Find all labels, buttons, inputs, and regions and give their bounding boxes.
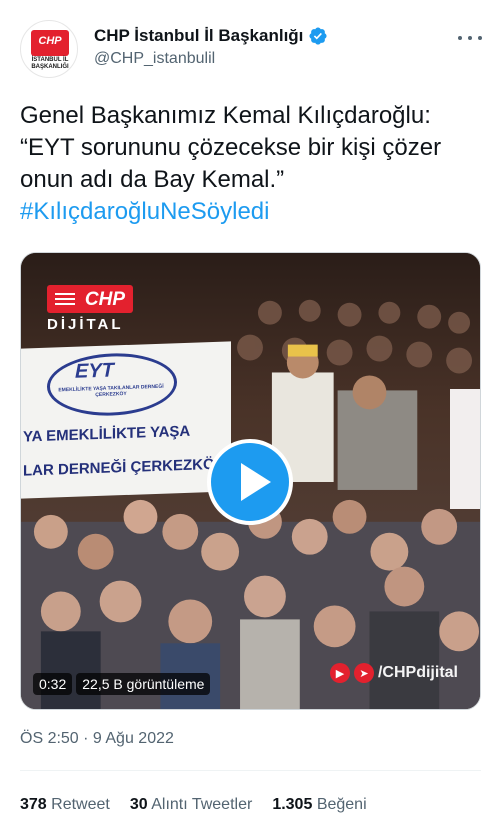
- more-dot: [478, 36, 482, 40]
- video-player[interactable]: CHP DİJİTAL EYT EMEKLİLİKTE YAŞA TAKILAN…: [20, 252, 481, 710]
- avatar-logo-text: CHP: [38, 35, 62, 47]
- avatar-subtext: İSTANBUL İL BAŞKANLIĞI: [31, 57, 69, 70]
- chp-arrows-icon: [55, 293, 75, 305]
- author-avatar[interactable]: CHP İSTANBUL İL BAŞKANLIĞI: [20, 20, 78, 78]
- quotes-count: 30: [129, 796, 148, 813]
- verified-badge-icon[interactable]: [308, 26, 328, 46]
- dijital-text: DİJİTAL: [47, 316, 124, 333]
- right-banner: [450, 389, 480, 509]
- tweet-stats: 378 Retweet 30 Alıntı Tweetler 1.305 Beğ…: [20, 796, 367, 814]
- play-icon: [241, 463, 271, 501]
- video-watermark: ▶ ➤ /CHPdijital: [329, 663, 458, 683]
- tweet: CHP İSTANBUL İL BAŞKANLIĞI CHP İstanbul …: [0, 0, 500, 823]
- author-handle[interactable]: @CHP_istanbulil: [94, 50, 215, 68]
- more-dot: [468, 36, 472, 40]
- video-views: 22,5 B görüntüleme: [76, 673, 211, 695]
- banner-text-line2: LAR DERNEĞİ ÇERKEZKÖY: [23, 455, 225, 480]
- likes-label: Beğeni: [316, 796, 367, 813]
- retweets-label: Retweet: [51, 796, 110, 813]
- telegram-icon: ➤: [353, 663, 374, 683]
- more-dot: [458, 36, 462, 40]
- author-display-name[interactable]: CHP İstanbul İl Başkanlığı: [94, 26, 303, 46]
- video-meta: 0:32 22,5 B görüntüleme: [33, 673, 211, 695]
- likes-count: 1.305: [272, 796, 313, 813]
- likes-stat[interactable]: 1.305 Beğeni: [272, 796, 366, 814]
- protest-banner: EYT EMEKLİLİKTE YAŞA TAKILANLAR DERNEĞİ …: [21, 341, 231, 499]
- chp-dijital-logo: CHP DİJİTAL: [47, 285, 133, 333]
- hashtag-link[interactable]: #KılıçdaroğluNeSöyledi: [20, 198, 269, 225]
- chp-logo-icon: CHP: [31, 30, 69, 56]
- video-duration: 0:32: [33, 673, 73, 695]
- retweets-stat[interactable]: 378 Retweet: [20, 796, 110, 814]
- author-name-row: CHP İstanbul İl Başkanlığı: [94, 26, 328, 46]
- chp-logo-text: CHP: [84, 289, 125, 310]
- retweets-count: 378: [20, 796, 47, 813]
- tweet-timestamp[interactable]: ÖS 2:50 · 9 Ağu 2022: [20, 730, 174, 748]
- banner-text-line1: YA EMEKLİLİKTE YAŞA: [23, 422, 191, 446]
- banner-logo-text: EYT: [75, 359, 114, 383]
- divider: [20, 770, 481, 771]
- chp-logo-box: CHP: [47, 285, 133, 313]
- watermark-text: /CHPdijital: [377, 664, 458, 681]
- more-options-icon[interactable]: [458, 28, 482, 48]
- youtube-icon: ▶: [329, 663, 350, 683]
- play-button[interactable]: [207, 439, 293, 525]
- tweet-text: Genel Başkanımız Kemal Kılıçdaroğlu: “EY…: [20, 100, 485, 228]
- tweet-body: Genel Başkanımız Kemal Kılıçdaroğlu: “EY…: [20, 102, 442, 193]
- quotes-label: Alıntı Tweetler: [151, 796, 253, 813]
- quotes-stat[interactable]: 30 Alıntı Tweetler: [130, 796, 252, 814]
